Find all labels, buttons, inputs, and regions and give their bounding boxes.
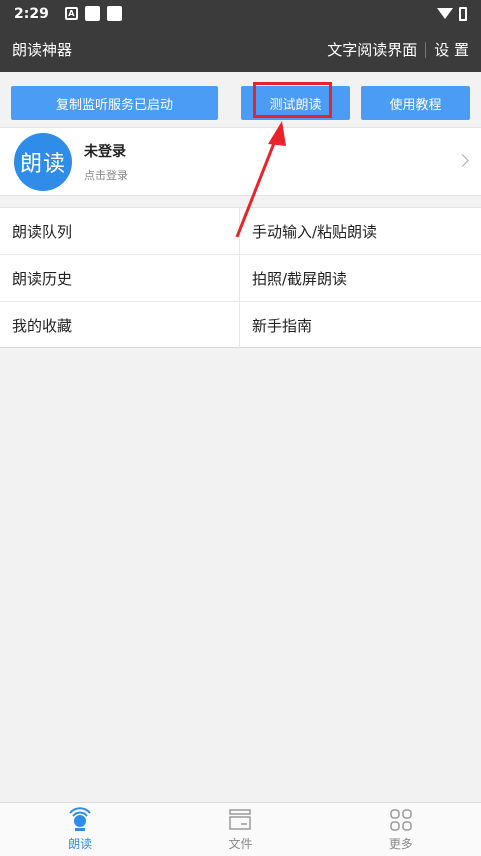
menu-item-read-queue[interactable]: 朗读队列 <box>0 208 240 255</box>
wifi-icon <box>437 8 453 19</box>
copy-listen-button[interactable]: 复制监听服务已启动 <box>11 86 218 120</box>
test-read-button[interactable]: 测试朗读 <box>241 86 350 120</box>
nav-tab-read[interactable]: 朗读 <box>0 803 160 856</box>
settings-link[interactable]: 设 置 <box>434 39 469 60</box>
avatar: 朗读 <box>14 132 72 191</box>
menu-item-manual-input[interactable]: 手动输入/粘贴朗读 <box>240 208 481 255</box>
action-button-row: 复制监听服务已启动 测试朗读 使用教程 <box>0 86 481 120</box>
square-icon <box>84 6 100 21</box>
title-divider <box>425 41 427 58</box>
nav-label-read: 朗读 <box>68 837 93 851</box>
nav-tab-file[interactable]: 文件 <box>160 803 320 856</box>
bottom-nav: 朗读 文件 更多 <box>0 802 481 856</box>
menu-item-beginner-guide[interactable]: 新手指南 <box>240 302 481 349</box>
user-name: 未登录 <box>84 143 126 160</box>
menu-item-photo-read[interactable]: 拍照/截屏朗读 <box>240 255 481 302</box>
menu-item-read-history[interactable]: 朗读历史 <box>0 255 240 302</box>
reading-ui-link[interactable]: 文字阅读界面 <box>327 39 417 60</box>
app-title: 朗读神器 <box>12 41 73 59</box>
file-icon <box>229 809 252 830</box>
user-login-card[interactable]: 朗读 未登录 点击登录 <box>0 127 481 196</box>
nav-label-file: 文件 <box>228 837 253 851</box>
status-time: 2:29 <box>14 5 49 22</box>
title-bar: 朗读神器 文字阅读界面 设 置 <box>0 27 481 72</box>
status-bar: 2:29 A <box>0 0 481 27</box>
login-prompt: 点击登录 <box>84 168 128 182</box>
menu-item-favorites[interactable]: 我的收藏 <box>0 302 240 349</box>
nav-label-more: 更多 <box>388 837 413 851</box>
user-info: 未登录 点击登录 <box>84 141 128 183</box>
battery-icon <box>459 6 467 21</box>
tutorial-button[interactable]: 使用教程 <box>361 86 470 120</box>
chevron-right-icon <box>456 154 469 167</box>
notification-a-icon: A <box>64 7 78 20</box>
square-icon <box>106 6 122 21</box>
nav-tab-more[interactable]: 更多 <box>321 803 481 856</box>
feature-menu-grid: 朗读队列 手动输入/粘贴朗读 朗读历史 拍照/截屏朗读 我的收藏 新手指南 <box>0 207 481 349</box>
read-aloud-icon <box>69 807 91 831</box>
more-grid-icon <box>390 809 412 831</box>
